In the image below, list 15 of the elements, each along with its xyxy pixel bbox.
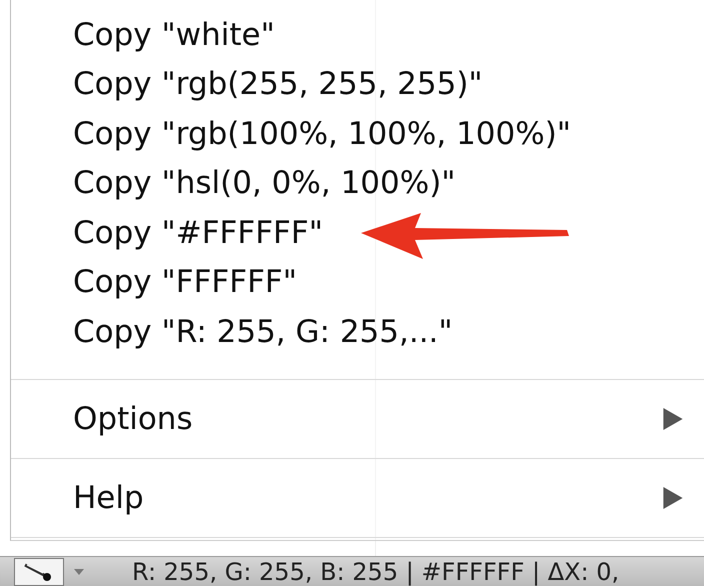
menu-item[interactable]: Copy "white" (73, 14, 275, 55)
menu-item[interactable]: Copy "hsl(0, 0%, 100%)" (73, 163, 456, 204)
color-readout: R: 255, G: 255, B: 255 | #FFFFFF | ΔX: 0, (132, 558, 620, 586)
menu-item[interactable]: Help (11, 458, 704, 536)
submenu-arrow-icon (663, 486, 683, 508)
menu-item[interactable]: Copy "FFFFFF" (73, 262, 297, 302)
menu-item[interactable]: Options (11, 380, 704, 458)
menu-item[interactable]: Copy "R: 255, G: 255,..." (73, 312, 453, 352)
menu-item[interactable]: Copy "rgb(255, 255, 255)" (73, 64, 483, 104)
eyedropper-icon (24, 563, 54, 581)
menu-item[interactable]: Copy "rgb(100%, 100%, 100%)" (73, 114, 572, 154)
eyedropper-button[interactable] (14, 558, 64, 586)
submenu-arrow-icon (663, 408, 683, 430)
caret-icon (74, 569, 84, 575)
menu-item[interactable]: Copy "#FFFFFF" (73, 212, 323, 253)
